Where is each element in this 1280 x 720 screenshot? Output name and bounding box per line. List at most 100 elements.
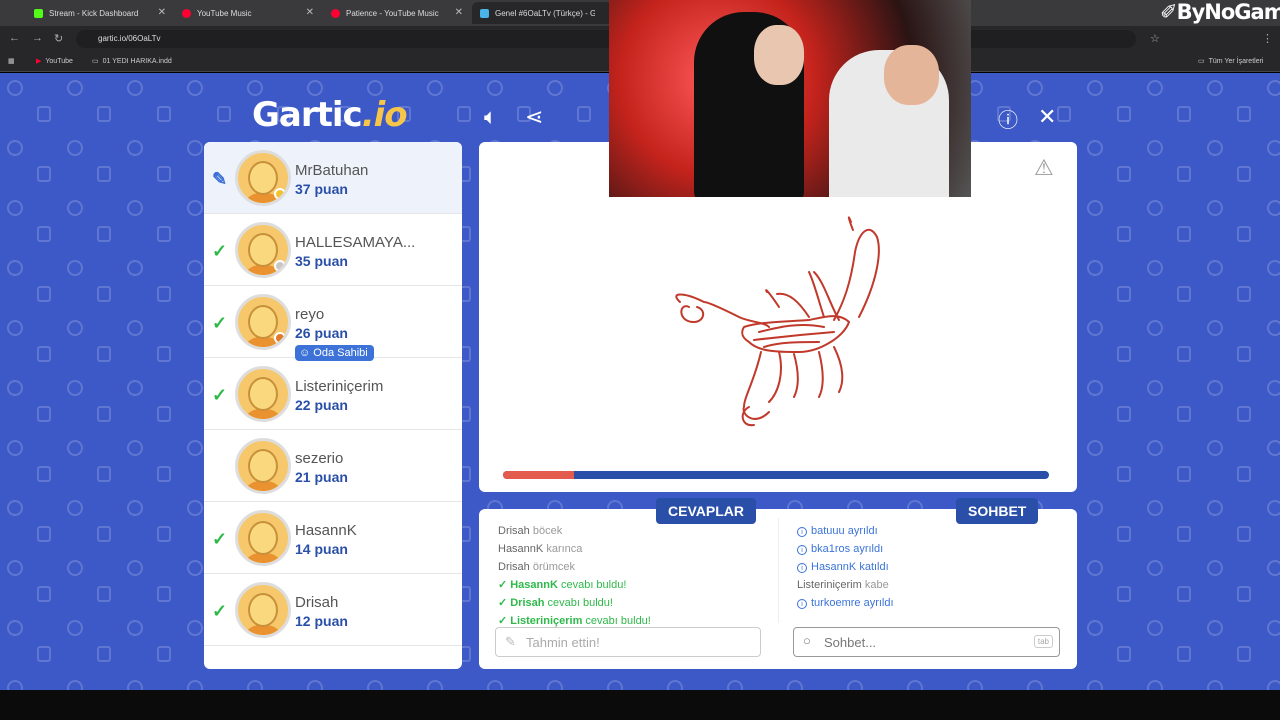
message-row: i turkoemre ayrıldı (797, 594, 894, 612)
players-list: ✎ MrBatuhan 37 puan ✓ HALLESAMAYA... 35 puan ✓… (204, 142, 462, 669)
reload-icon[interactable]: ↻ (54, 32, 63, 45)
message-text: ayrıldı (863, 597, 894, 609)
player-points: 14 puan (295, 541, 348, 557)
avatar-face (248, 593, 278, 627)
chat-list: i batuuu ayrıldı i bka1ros ayrıldı i HasannK … (797, 522, 894, 612)
message-text: cevabı buldu! (585, 615, 651, 627)
close-tab-icon[interactable]: ✕ (306, 7, 314, 18)
sound-icon[interactable]: 🔈︎ (484, 104, 497, 130)
back-icon[interactable]: ← (9, 32, 20, 44)
check-icon: ✓ (212, 241, 228, 261)
avatar-face (248, 449, 278, 483)
answer-placeholder: Tahmin ettin! (526, 635, 600, 650)
player-points: 21 puan (295, 469, 348, 485)
message-row: ✓ HasannK cevabı buldu! (498, 576, 651, 594)
player-points: 35 puan (295, 253, 348, 269)
message-text: cevabı buldu! (547, 597, 613, 609)
chat-input[interactable]: ○ Sohbet... tab (793, 627, 1060, 657)
tab-title: YouTube Music (197, 8, 252, 18)
star-icon[interactable]: ☆ (1150, 32, 1160, 45)
avatar (235, 510, 291, 566)
address-bar[interactable]: gartic.io/06OaLTv (76, 30, 1136, 48)
avatar-face (248, 233, 278, 267)
gartic-icon (480, 8, 489, 18)
info-icon[interactable]: ⓘ (998, 104, 1018, 133)
bookmark-youtube[interactable]: ▶ YouTube (36, 57, 73, 66)
check-icon: ✓ (498, 579, 508, 591)
message-user: batuuu (811, 525, 845, 537)
player-name: Drisah (295, 594, 339, 611)
bynogame-logo: ✐ByNoGame (1160, 0, 1280, 24)
bookmark-yedi-harika[interactable]: ▭ 01 YEDI HARIKA.indd (92, 57, 172, 66)
youtube-music-icon (182, 8, 191, 18)
avatar-face (248, 161, 278, 195)
check-icon: ✓ (212, 529, 228, 549)
apps-icon[interactable]: ▦ (8, 57, 15, 65)
player-row[interactable]: ✓ reyo 26 puan ☺ Oda Sahibi (204, 286, 462, 361)
message-text: karınca (546, 543, 583, 555)
share-icon[interactable]: ⋖ (525, 104, 543, 130)
youtube-music-icon (331, 8, 340, 18)
status-dot (274, 260, 286, 272)
tab-patience[interactable]: Patience - YouTube Music ✕ (323, 2, 469, 24)
avatar (235, 582, 291, 638)
message-text: katıldı (859, 561, 889, 573)
webcam-overlay (609, 0, 971, 197)
report-icon[interactable]: ⚠ (1034, 155, 1054, 181)
player-name: Listeriniçerim (295, 378, 384, 395)
message-text: ayrıldı (847, 525, 878, 537)
tab-youtube-music[interactable]: YouTube Music ✕ (174, 2, 320, 24)
streamer-face (754, 25, 804, 85)
message-user: turkoemre (811, 597, 861, 609)
guest-face (884, 45, 939, 105)
bookmark-label: YouTube (45, 57, 73, 65)
player-row[interactable]: ✓ Drisah 12 puan (204, 574, 462, 646)
pencil-icon: ✎ (505, 634, 516, 649)
player-row[interactable]: sezerio 21 puan (204, 430, 462, 502)
player-row[interactable]: ✓ HALLESAMAYA... 35 puan (204, 214, 462, 286)
bookmark-label: Tüm Yer İşaretleri (1208, 57, 1264, 65)
player-name: reyo (295, 306, 325, 323)
chat-bubble-icon: ○ (803, 633, 811, 648)
url-text: gartic.io/06OaLTv (98, 34, 161, 43)
message-user: bka1ros (811, 543, 851, 555)
avatar-face (248, 305, 278, 339)
close-icon[interactable]: ✕ (1038, 104, 1056, 130)
message-user: Drisah (510, 597, 545, 609)
message-text: böcek (532, 525, 563, 537)
tab-kick-dashboard[interactable]: Stream - Kick Dashboard ✕ (26, 2, 172, 24)
message-row: Drisah böcek (498, 522, 651, 540)
message-user: Drisah (498, 525, 530, 537)
message-row: Listeriniçerim kabe (797, 576, 894, 594)
message-user: HasannK (811, 561, 857, 573)
info-icon: i (797, 563, 807, 573)
message-user: Drisah (498, 561, 530, 573)
message-text: cevabı buldu! (560, 579, 627, 591)
status-dot (274, 188, 286, 200)
message-user: Listeriniçerim (797, 579, 862, 591)
player-row[interactable]: ✎ MrBatuhan 37 puan (204, 142, 462, 214)
close-tab-icon[interactable]: ✕ (158, 7, 166, 18)
forward-icon[interactable]: → (32, 32, 43, 44)
info-icon: i (797, 527, 807, 537)
all-bookmarks[interactable]: ▭ Tüm Yer İşaretleri (1198, 57, 1264, 66)
close-tab-icon[interactable]: ✕ (455, 7, 463, 18)
player-row[interactable]: ✓ HasannK 14 puan (204, 502, 462, 574)
message-row: Drisah örümcek (498, 558, 651, 576)
tab-title: Genel #6OaLTv (Türkçe) - Gartic (495, 8, 595, 18)
message-text: kabe (864, 579, 889, 591)
tab-gartic[interactable]: Genel #6OaLTv (Türkçe) - Gartic (472, 2, 612, 24)
chat-label: SOHBET (956, 498, 1039, 524)
avatar (235, 366, 291, 422)
menu-icon[interactable]: ⋮ (1262, 32, 1273, 45)
player-row[interactable]: ✓ Listeriniçerim 22 puan (204, 358, 462, 430)
message-user: HasannK (510, 579, 558, 591)
tab-title: Patience - YouTube Music (346, 8, 439, 18)
avatar (235, 438, 291, 494)
answer-input[interactable]: ✎ Tahmin ettin! (495, 627, 761, 657)
bookmark-label: 01 YEDI HARIKA.indd (102, 57, 172, 65)
info-icon: i (797, 545, 807, 555)
message-user: Listeriniçerim (510, 615, 583, 627)
check-icon: ✓ (498, 615, 508, 627)
message-user: HasannK (498, 543, 544, 555)
